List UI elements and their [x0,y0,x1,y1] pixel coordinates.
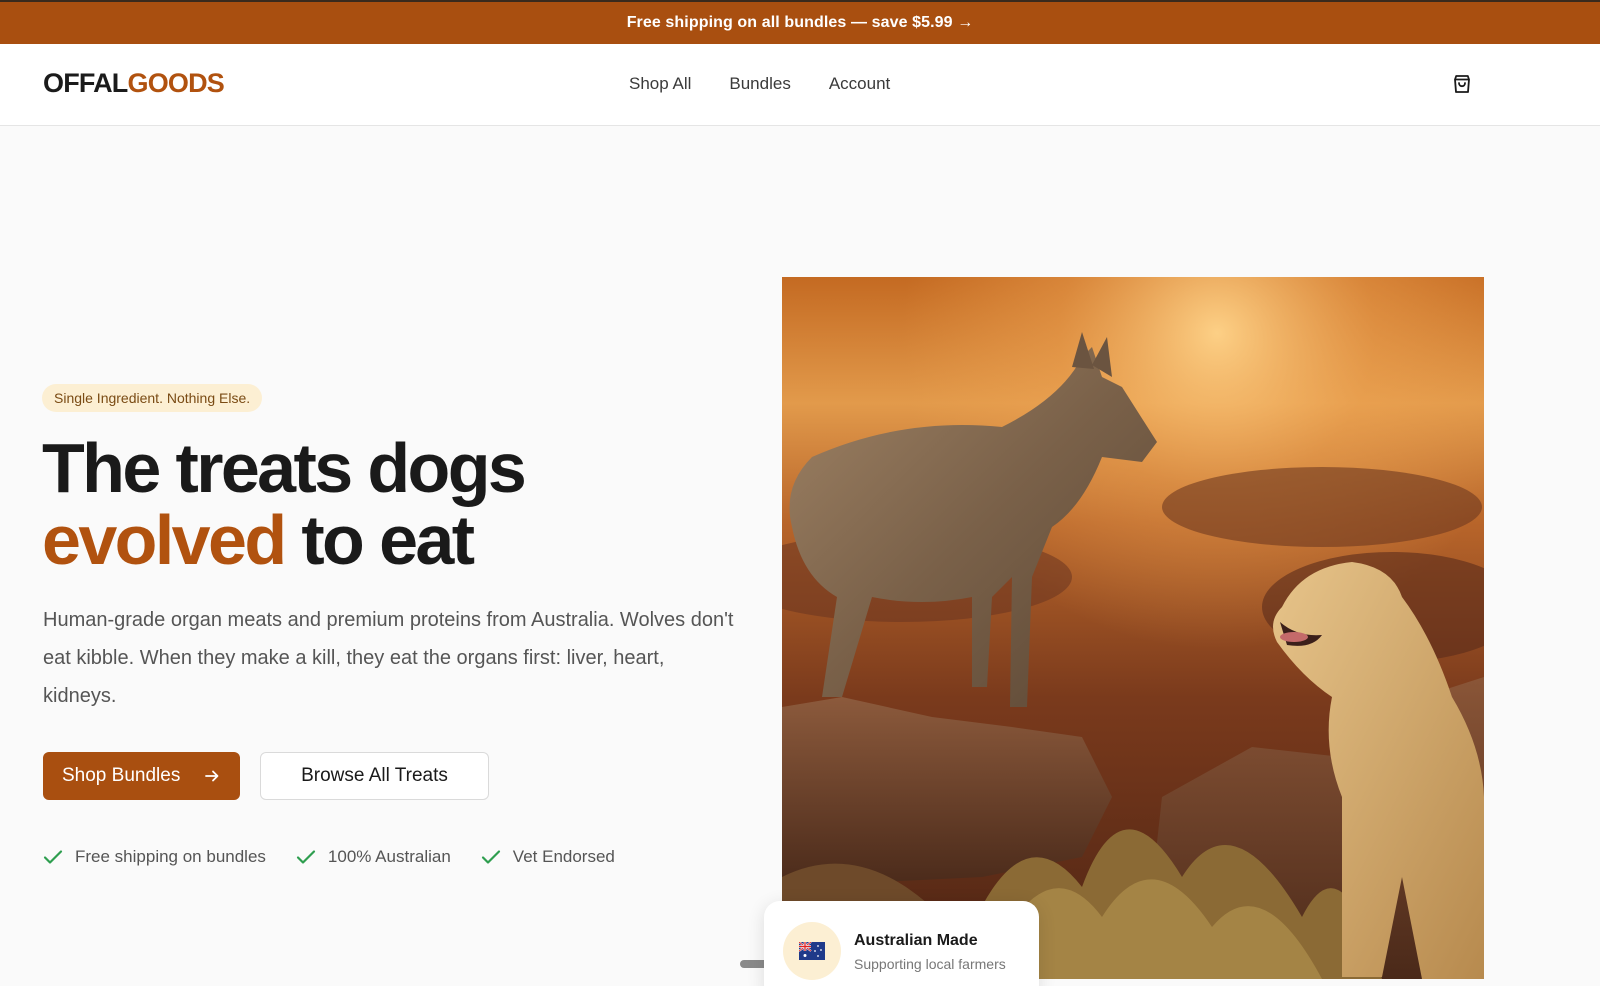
arrow-right-icon [205,770,219,782]
check-icon [296,850,316,864]
badge-subtitle: Supporting local farmers [854,956,1006,972]
nav-account[interactable]: Account [829,74,890,94]
shop-bundles-label: Shop Bundles [62,765,181,786]
brand-logo-part2: GOODS [127,68,225,98]
australian-made-card: Australian Made Supporting local farmers [764,901,1039,986]
browse-all-treats-button[interactable]: Browse All Treats [260,752,489,800]
hero-image [782,277,1484,979]
shop-bundles-button[interactable]: Shop Bundles [43,752,240,800]
eyebrow-badge: Single Ingredient. Nothing Else. [42,384,263,412]
hero-description: Human-grade organ meats and premium prot… [43,609,734,707]
brand-logo-part1: OFFAL [43,68,128,98]
trust-item-australian: 100% Australian [296,847,451,867]
check-icon [43,850,63,864]
headline-line1: The treats dogs [42,429,527,507]
main-nav: Shop All Bundles Account [629,74,890,94]
announcement-text[interactable]: Free shipping on all bundles — save $5.9… [627,14,974,32]
shopping-bag-icon[interactable] [1451,73,1473,95]
check-icon [481,850,500,864]
trust-item-vet: Vet Endorsed [481,847,615,867]
badge-title: Australian Made [854,932,978,949]
hero-headline: The treats dogs evolved to eat [42,432,722,576]
trust-item-shipping: Free shipping on bundles [43,847,266,867]
site-header: OFFAL GOODS Shop All Bundles Account [0,44,1600,126]
trust-list: Free shipping on bundles 100% Australian… [43,847,615,867]
trust-label: Vet Endorsed [512,847,615,866]
browse-all-treats-label: Browse All Treats [301,765,448,786]
trust-label: Free shipping on bundles [75,847,266,866]
headline-accent: evolved [42,501,287,579]
announcement-bar[interactable]: Free shipping on all bundles — save $5.9… [0,0,1600,44]
brand-logo[interactable]: OFFAL GOODS [43,68,225,99]
nav-shop-all[interactable]: Shop All [629,74,691,94]
nav-bundles[interactable]: Bundles [729,74,790,94]
headline-rest: to eat [284,501,475,579]
trust-label: 100% Australian [327,847,451,866]
australia-flag-icon [783,922,841,980]
